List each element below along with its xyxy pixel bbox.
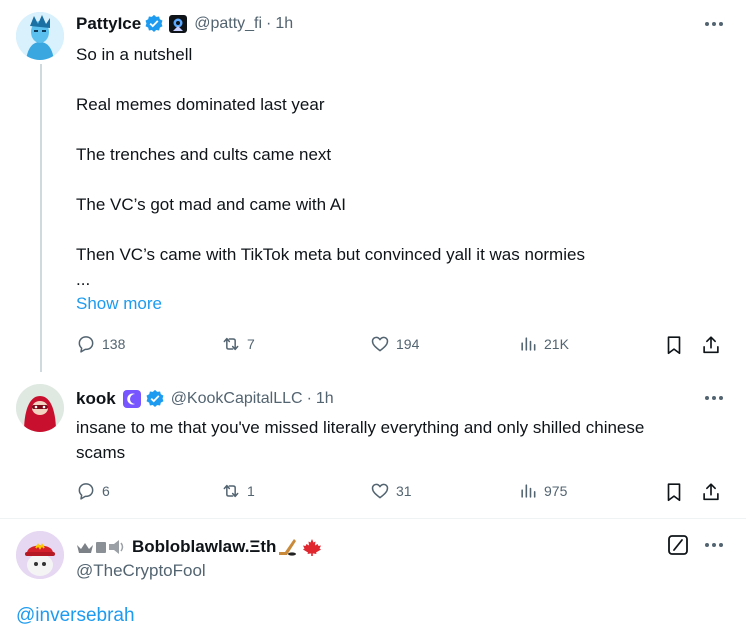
author-handle[interactable]: @KookCapitalLLC — [171, 390, 303, 408]
reply-compose-area: Bobloblawlaw.Ξth @TheCryptoFool @inverse… — [0, 518, 746, 640]
tweet-kook[interactable]: kook @KookCapitalLLC · 1h insane to me t… — [0, 372, 746, 518]
views-count: 21K — [544, 336, 569, 352]
avatar-kook[interactable] — [16, 384, 64, 432]
views-count: 975 — [544, 483, 568, 499]
hockey-stick-icon — [279, 539, 297, 556]
timestamp[interactable]: 1h — [316, 390, 334, 408]
like-button[interactable]: 194 — [370, 334, 419, 354]
author-name[interactable]: PattyIce — [76, 14, 141, 34]
share-icon[interactable] — [700, 481, 722, 503]
like-icon — [371, 483, 389, 499]
tweet-header: PattyIce @patty_fi · 1h — [76, 13, 293, 35]
flag-canada-icon — [303, 539, 322, 556]
edit-icon[interactable] — [667, 534, 689, 556]
reply-button[interactable]: 6 — [76, 481, 110, 501]
like-button[interactable]: 31 — [370, 481, 412, 501]
verified-badge-icon — [145, 14, 163, 32]
more-icon[interactable] — [702, 388, 726, 408]
tweet-pattyice[interactable]: PattyIce @patty_fi · 1h So in a nutshell… — [0, 0, 746, 372]
avatar-bobloblawlaw[interactable] — [16, 531, 64, 579]
emoji-badges-icon — [77, 540, 124, 554]
tweet-header: kook @KookCapitalLLC · 1h — [76, 388, 334, 410]
affiliate-badge-icon[interactable] — [168, 14, 188, 34]
avatar-pattyice[interactable] — [16, 12, 64, 60]
repost-icon — [223, 484, 239, 498]
repost-button[interactable]: 7 — [221, 334, 255, 354]
user-handle[interactable]: @TheCryptoFool — [76, 561, 206, 581]
tweet-text: So in a nutshell Real memes dominated la… — [76, 45, 585, 289]
bookmark-icon[interactable] — [663, 334, 685, 356]
repost-icon — [223, 337, 239, 351]
views-icon — [521, 484, 536, 498]
verified-badge-icon — [146, 389, 164, 407]
thread-connector — [40, 64, 42, 372]
views-button[interactable]: 975 — [518, 481, 567, 501]
bookmark-icon[interactable] — [663, 481, 685, 503]
timestamp[interactable]: 1h — [275, 15, 293, 33]
more-icon[interactable] — [702, 14, 726, 34]
views-button[interactable]: 21K — [518, 334, 569, 354]
repost-count: 7 — [247, 336, 255, 352]
tweet-actions: 6 1 31 975 — [76, 481, 724, 503]
show-more-link[interactable]: Show more — [76, 294, 162, 314]
reply-count: 6 — [102, 483, 110, 499]
dot-separator: · — [266, 15, 272, 32]
more-icon[interactable] — [702, 535, 726, 555]
dot-separator: · — [306, 390, 312, 407]
user-name[interactable]: Bobloblawlaw.Ξth — [132, 537, 276, 557]
premium-badge-icon[interactable] — [122, 389, 142, 409]
repost-count: 1 — [247, 483, 255, 499]
reply-button[interactable]: 138 — [76, 334, 125, 354]
mention-link[interactable]: @inversebrah — [16, 605, 135, 627]
reply-count: 138 — [102, 336, 126, 352]
like-icon — [371, 336, 389, 352]
share-icon[interactable] — [700, 334, 722, 356]
author-handle[interactable]: @patty_fi — [194, 15, 262, 33]
views-icon — [521, 337, 536, 351]
tweet-text: insane to me that you've missed literall… — [76, 418, 645, 462]
tweet-actions: 138 7 194 21K — [76, 334, 724, 356]
repost-button[interactable]: 1 — [221, 481, 255, 501]
reply-icon — [78, 483, 94, 500]
author-name[interactable]: kook — [76, 389, 116, 409]
like-count: 31 — [396, 483, 412, 499]
like-count: 194 — [396, 336, 420, 352]
reply-icon — [78, 336, 94, 353]
user-header: Bobloblawlaw.Ξth — [76, 536, 324, 558]
